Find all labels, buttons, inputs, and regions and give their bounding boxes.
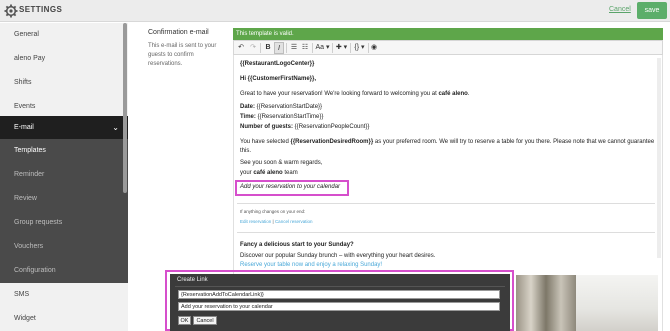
- save-button[interactable]: save: [637, 2, 667, 19]
- guests-value: {{ReservationPeopleCount}}: [293, 124, 370, 130]
- editor-scrollbar[interactable]: [657, 58, 661, 258]
- chevron-down-icon: ⌄: [112, 123, 119, 132]
- intro-text: Great to have your reservation! We're lo…: [240, 91, 439, 97]
- link-url-input[interactable]: [178, 290, 500, 299]
- sidebar-item-aleno-pay[interactable]: aleno Pay: [0, 47, 128, 71]
- guests-line: Number of guests: {{ReservationPeopleCou…: [240, 124, 369, 130]
- gear-icon: [4, 4, 18, 18]
- sidebar-item-configuration[interactable]: Configuration: [0, 259, 128, 283]
- italic-button[interactable]: I: [274, 42, 284, 54]
- date-line: Date: {{ReservationStartDate}}: [240, 104, 322, 110]
- preview-eye-icon[interactable]: ◉: [369, 42, 379, 54]
- venue-name: café aleno: [438, 91, 468, 97]
- font-size-dropdown[interactable]: Aa ▾: [314, 42, 331, 54]
- signoff-line2: your café aleno team: [240, 170, 298, 176]
- sidebar-scrollbar[interactable]: [123, 23, 127, 193]
- sidebar-item-general[interactable]: General: [0, 23, 128, 47]
- section-description: This e-mail is sent to your guests to co…: [148, 43, 217, 67]
- signoff-line1: See you soon & warm regards,: [240, 160, 323, 166]
- promo-title: Fancy a delicious start to your Sunday?: [240, 242, 354, 248]
- dialog-title: Create Link: [177, 277, 208, 283]
- calendar-link-highlight: [235, 180, 349, 196]
- signoff-suffix: team: [282, 170, 298, 176]
- sidebar-item-label: E-mail: [14, 124, 34, 131]
- time-label: Time:: [240, 114, 256, 120]
- signoff-venue: café aleno: [253, 170, 283, 176]
- signoff-prefix: your: [240, 170, 254, 176]
- toolbar-divider: [332, 43, 333, 53]
- promo-link[interactable]: Reserve your table now and enjoy a relax…: [240, 262, 382, 268]
- restaurant-photo: [516, 275, 576, 331]
- top-bar: SETTINGS Cancel save: [0, 0, 670, 22]
- time-line: Time: {{ReservationStartTime}}: [240, 114, 323, 120]
- validation-banner: This template is valid.: [233, 28, 663, 40]
- sidebar-item-shifts[interactable]: Shifts: [0, 71, 128, 95]
- sidebar-item-email[interactable]: E-mail ⌄: [0, 116, 128, 139]
- room-line2: this.: [240, 148, 252, 154]
- logo-placeholder: {{RestaurantLogoCenter}}: [240, 61, 315, 67]
- edit-reservation-link[interactable]: Edit reservation: [240, 219, 271, 224]
- page-title: SETTINGS: [19, 5, 63, 14]
- toolbar-divider: [286, 43, 287, 53]
- undo-icon[interactable]: ↶: [236, 42, 246, 54]
- sidebar-item-vouchers[interactable]: Vouchers: [0, 235, 128, 259]
- changes-note: If anything changes on your end:: [240, 209, 306, 214]
- sidebar-item-review[interactable]: Review: [0, 187, 128, 211]
- promo-text: Discover our popular Sunday brunch – wit…: [240, 253, 436, 259]
- room-paragraph: You have selected {{ReservationDesiredRo…: [240, 139, 654, 145]
- bold-button[interactable]: B: [263, 42, 273, 54]
- toolbar-divider: [350, 43, 351, 53]
- room-suffix: as your preferred room. We will try to r…: [373, 139, 655, 145]
- manage-links: Edit reservation | Cancel reservation: [240, 219, 312, 224]
- editor-toolbar: ↶ ↷ B I ☰ ☷ Aa ▾ ✚ ▾ {} ▾ ◉: [233, 40, 663, 55]
- ok-button[interactable]: OK: [178, 316, 191, 325]
- time-value: {{ReservationStartTime}}: [255, 114, 324, 120]
- room-prefix: You have selected: [240, 139, 291, 145]
- guests-label: Number of guests:: [240, 124, 294, 130]
- section-title: Confirmation e-mail: [148, 29, 209, 36]
- link-text-input[interactable]: [178, 302, 500, 311]
- numbered-list-icon[interactable]: ☷: [300, 42, 310, 54]
- sidebar-item-widget[interactable]: Widget: [0, 307, 128, 331]
- greeting: Hi {{CustomerFirstName}},: [240, 76, 317, 82]
- sidebar-item-group-requests[interactable]: Group requests: [0, 211, 128, 235]
- sidebar-item-sms[interactable]: SMS: [0, 283, 128, 307]
- toolbar-divider: [260, 43, 261, 53]
- bullet-list-icon[interactable]: ☰: [289, 42, 299, 54]
- sidebar-item-reminder[interactable]: Reminder: [0, 163, 128, 187]
- restaurant-photo: [576, 275, 658, 331]
- sidebar-item-templates[interactable]: Templates: [0, 139, 128, 163]
- insert-dropdown[interactable]: ✚ ▾: [334, 42, 349, 54]
- toolbar-divider: [312, 43, 313, 53]
- date-value: {{ReservationStartDate}}: [255, 104, 323, 110]
- cancel-button[interactable]: Cancel: [193, 316, 217, 325]
- dialog-divider: [175, 286, 505, 287]
- room-value: {{ReservationDesiredRoom}}: [290, 139, 374, 145]
- placeholder-dropdown[interactable]: {} ▾: [352, 42, 367, 54]
- cancel-reservation-link[interactable]: Cancel reservation: [275, 219, 313, 224]
- divider: [237, 203, 655, 204]
- divider: [237, 232, 655, 233]
- intro-paragraph: Great to have your reservation! We're lo…: [240, 91, 470, 97]
- redo-icon[interactable]: ↷: [248, 42, 258, 54]
- intro-suffix: .: [467, 91, 470, 97]
- date-label: Date:: [240, 104, 256, 110]
- create-link-dialog: Create Link OK Cancel: [170, 274, 510, 331]
- cancel-link[interactable]: Cancel: [609, 6, 631, 13]
